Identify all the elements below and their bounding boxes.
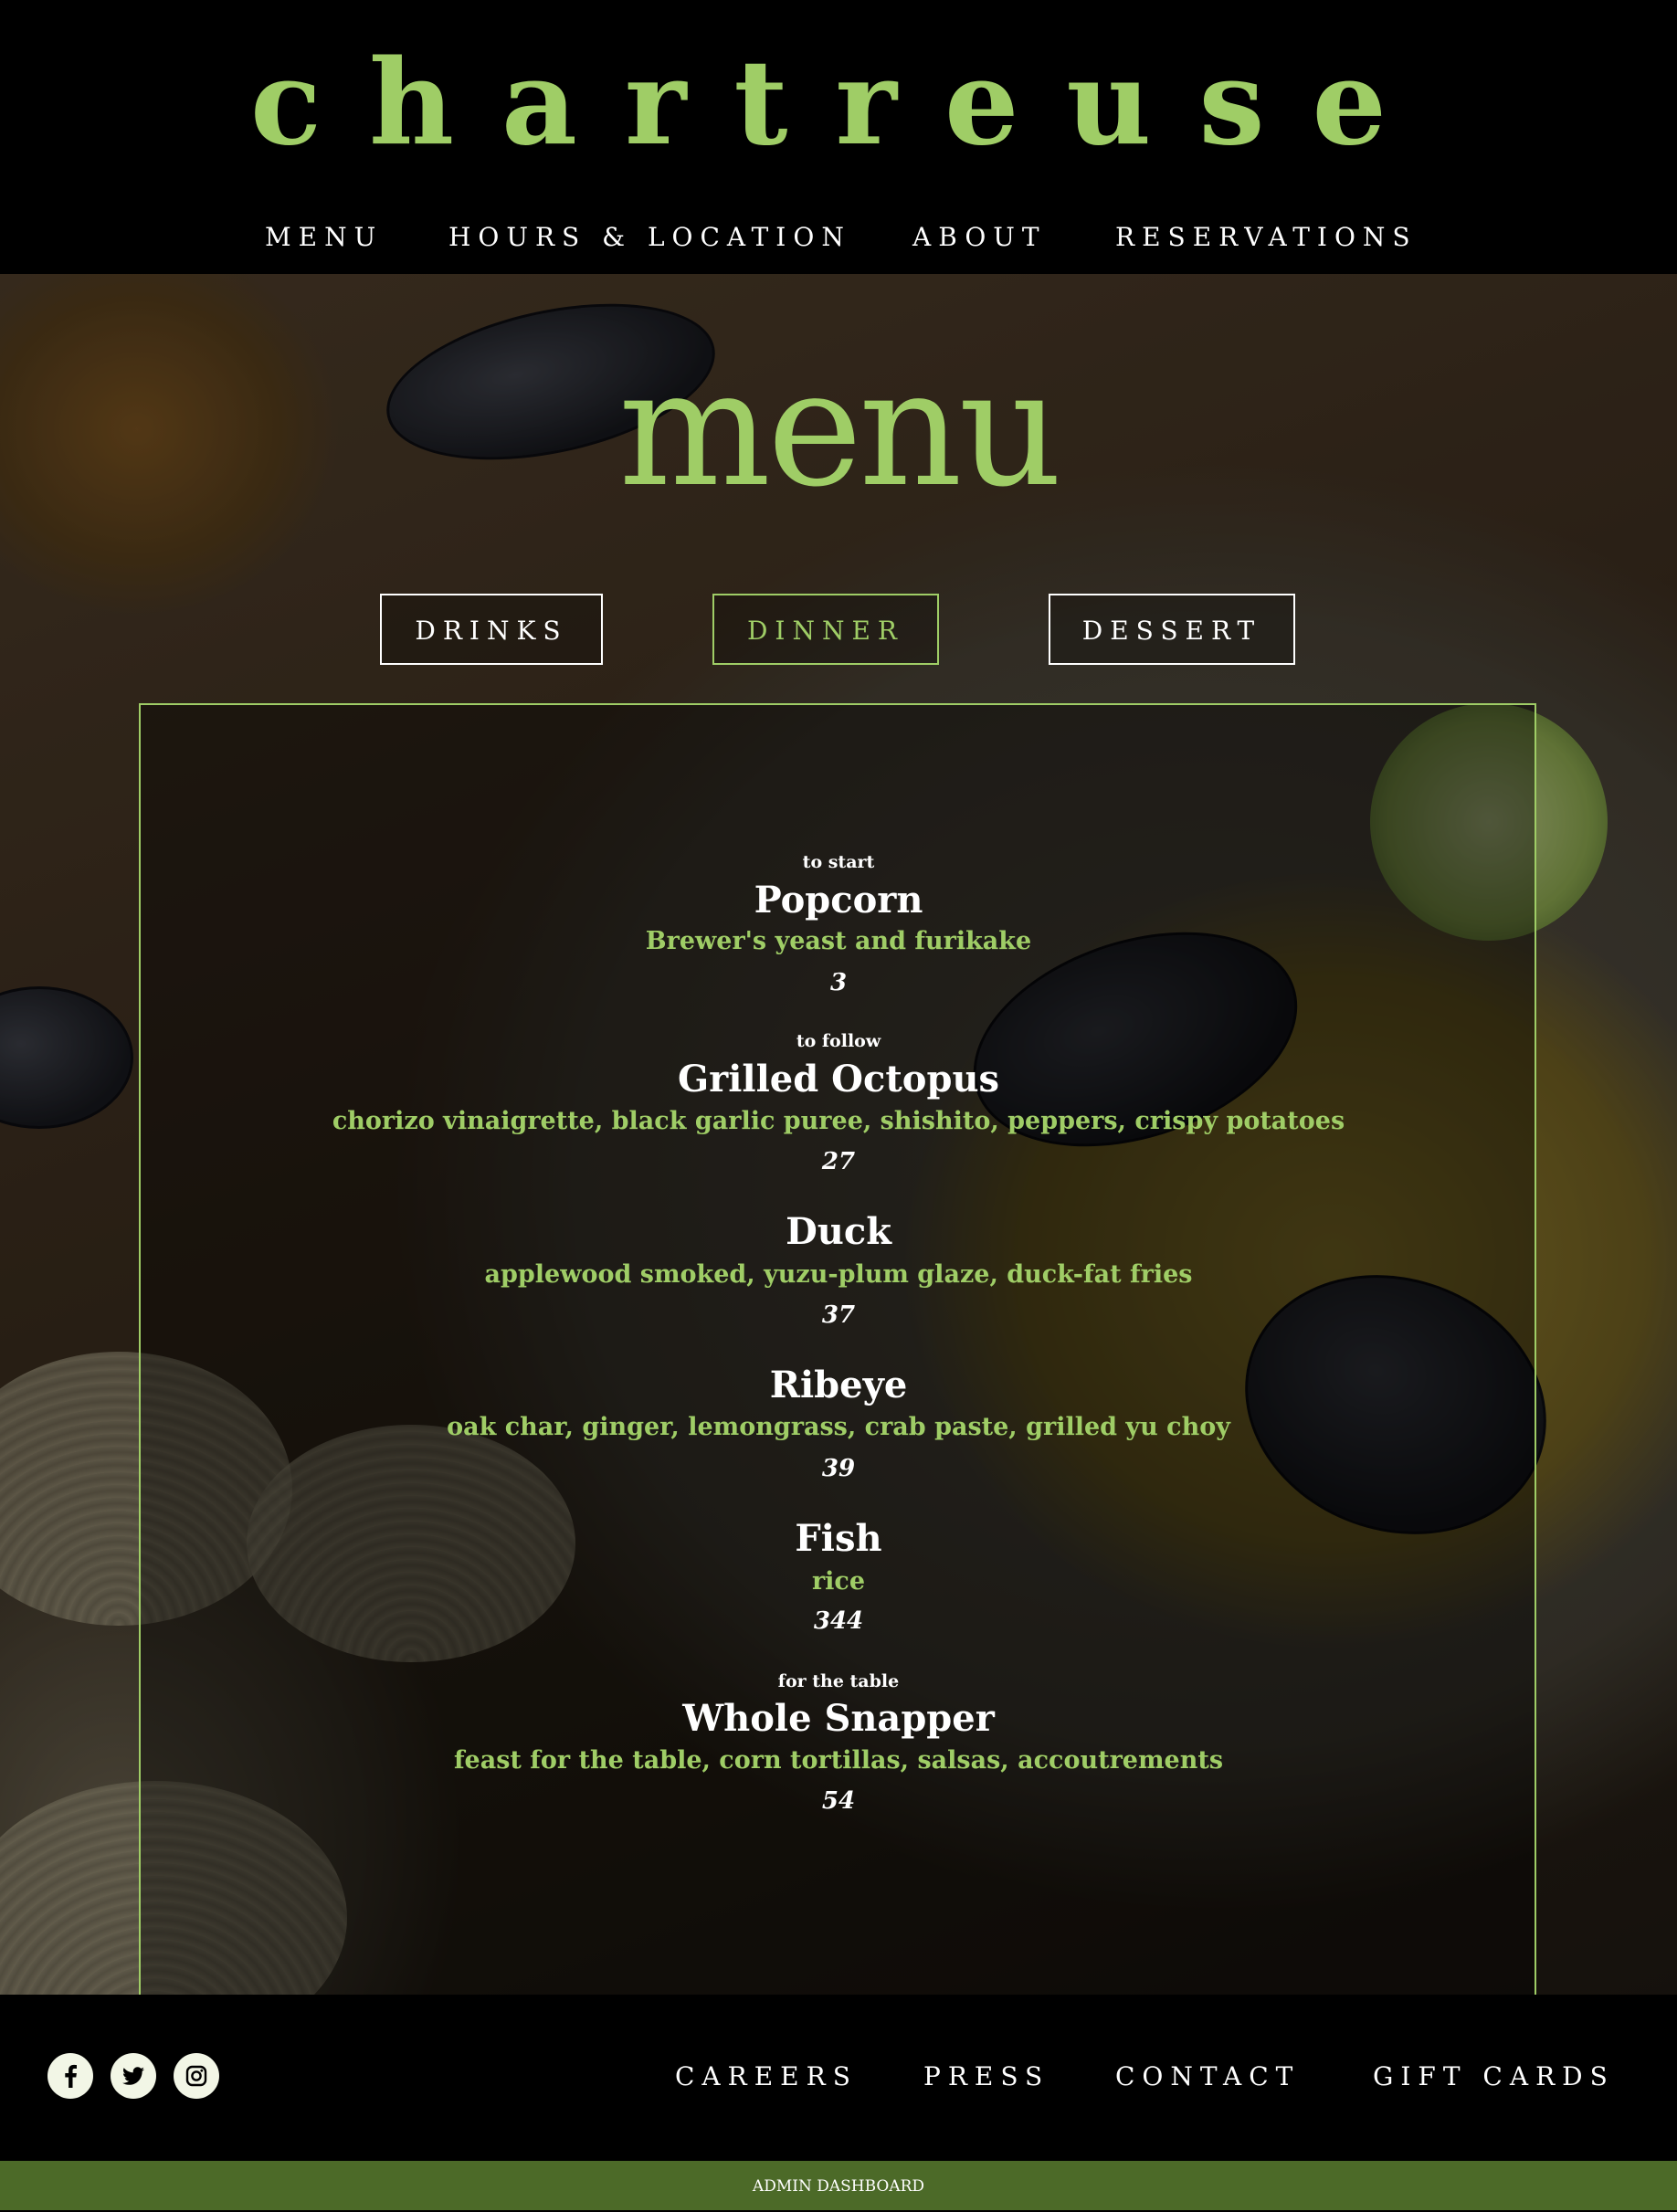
course-label: for the table xyxy=(777,1671,900,1691)
menu-item-price: 27 xyxy=(821,1148,856,1175)
footer-link-careers[interactable]: CAREERS xyxy=(675,2059,858,2095)
instagram-icon[interactable] xyxy=(174,2053,219,2099)
site-header: chartreuse MENU HOURS & LOCATION ABOUT R… xyxy=(0,0,1677,274)
menu-item-price: 344 xyxy=(813,1607,864,1635)
menu-item-name: Popcorn xyxy=(754,879,923,922)
menu-item-name: Whole Snapper xyxy=(682,1697,995,1740)
nav-item-menu[interactable]: MENU xyxy=(265,219,383,256)
nav-item-hours-location[interactable]: HOURS & LOCATION xyxy=(448,219,851,256)
menu-item-name: Fish xyxy=(795,1517,882,1560)
nav-item-reservations[interactable]: RESERVATIONS xyxy=(1115,219,1418,256)
nav-item-about[interactable]: ABOUT xyxy=(912,219,1047,256)
menu-item-price: 3 xyxy=(829,969,848,996)
tab-dessert[interactable]: DESSERT xyxy=(1049,594,1295,665)
menu-item-description: Brewer's yeast and furikake xyxy=(645,927,1032,955)
admin-dashboard-link[interactable]: ADMIN DASHBOARD xyxy=(0,2161,1677,2210)
site-logo[interactable]: chartreuse xyxy=(0,35,1677,172)
page-title: menu xyxy=(618,335,1062,522)
course-label: to follow xyxy=(796,1031,881,1051)
facebook-icon[interactable] xyxy=(47,2053,93,2099)
footer-link-press[interactable]: PRESS xyxy=(923,2059,1049,2095)
menu-item-name: Grilled Octopus xyxy=(677,1058,1000,1101)
menu-item-description: rice xyxy=(811,1567,866,1596)
menu-item-description: oak char, ginger, lemongrass, crab paste… xyxy=(447,1413,1230,1441)
tab-drinks[interactable]: DRINKS xyxy=(380,594,603,665)
footer-link-contact[interactable]: CONTACT xyxy=(1115,2059,1300,2095)
tab-dinner[interactable]: DINNER xyxy=(712,594,939,665)
menu-item-name: Ribeye xyxy=(769,1364,908,1406)
twitter-icon[interactable] xyxy=(111,2053,156,2099)
main-nav: MENU HOURS & LOCATION ABOUT RESERVATIONS xyxy=(0,219,1677,256)
menu-item-description: feast for the table, corn tortillas, sal… xyxy=(453,1746,1224,1775)
menu-item-description: chorizo vinaigrette, black garlic puree,… xyxy=(332,1107,1345,1135)
menu-item-price: 39 xyxy=(821,1455,856,1482)
menu-item-name: Duck xyxy=(786,1210,891,1253)
menu-item-description: applewood smoked, yuzu-plum glaze, duck-… xyxy=(484,1260,1193,1289)
menu-item-price: 54 xyxy=(821,1787,856,1815)
course-label: to start xyxy=(802,852,875,872)
footer-link-gift-cards[interactable]: GIFT CARDS xyxy=(1373,2059,1615,2095)
menu-item-price: 37 xyxy=(821,1301,856,1329)
